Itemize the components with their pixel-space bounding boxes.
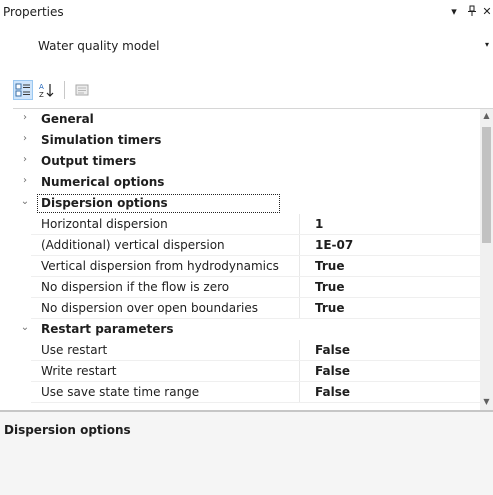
property-name: (Additional) vertical dispersion [41, 238, 225, 252]
property-row-horizontal-dispersion[interactable]: Horizontal dispersion 1 [13, 214, 480, 235]
property-name: Write restart [41, 364, 117, 378]
categorized-icon[interactable] [13, 80, 33, 100]
svg-text:A: A [39, 83, 44, 91]
object-selector-dropdown[interactable]: Water quality model ▾ [0, 34, 493, 58]
description-title: Dispersion options [4, 423, 131, 437]
alphabetical-sort-icon[interactable]: A Z [36, 80, 56, 100]
property-value[interactable]: True [315, 301, 344, 315]
property-name: Use restart [41, 343, 108, 357]
property-name: No dispersion if the flow is zero [41, 280, 230, 294]
property-value[interactable]: 1E-07 [315, 238, 353, 252]
chevron-down-icon[interactable]: ⌄ [19, 196, 31, 207]
category-label: General [41, 112, 94, 126]
scroll-thumb[interactable] [482, 127, 491, 243]
column-divider [299, 298, 300, 319]
category-label: Restart parameters [41, 322, 174, 336]
property-row-additional-vertical-dispersion[interactable]: (Additional) vertical dispersion 1E-07 [13, 235, 480, 256]
category-numerical-options[interactable]: › Numerical options [13, 172, 480, 193]
properties-header: Properties ▾ ✕ [0, 0, 493, 34]
column-divider [299, 277, 300, 298]
property-row-use-save-state-time-range[interactable]: Use save state time range False [13, 382, 480, 403]
column-divider [299, 256, 300, 277]
category-label: Dispersion options [41, 196, 168, 210]
category-label: Numerical options [41, 175, 165, 189]
category-dispersion-options[interactable]: ⌄ Dispersion options [13, 193, 480, 214]
property-value[interactable]: False [315, 364, 350, 378]
vertical-scrollbar[interactable]: ▲ ▼ [480, 109, 493, 410]
property-value[interactable]: True [315, 259, 344, 273]
category-simulation-timers[interactable]: › Simulation timers [13, 130, 480, 151]
column-divider [299, 340, 300, 361]
chevron-right-icon[interactable]: › [19, 112, 31, 123]
property-value[interactable]: False [315, 343, 350, 357]
category-label: Output timers [41, 154, 137, 168]
column-divider [299, 235, 300, 256]
pin-icon[interactable] [465, 3, 479, 19]
chevron-right-icon[interactable]: › [19, 154, 31, 165]
property-row-no-dispersion-flow-zero[interactable]: No dispersion if the flow is zero True [13, 277, 480, 298]
toolbar-separator [64, 81, 65, 99]
close-icon[interactable]: ✕ [480, 3, 493, 19]
property-row-vertical-dispersion-hydrodynamics[interactable]: Vertical dispersion from hydrodynamics T… [13, 256, 480, 277]
column-divider [299, 382, 300, 403]
property-row-use-restart[interactable]: Use restart False [13, 340, 480, 361]
window-position-dropdown-icon[interactable]: ▾ [447, 3, 461, 19]
scroll-down-icon[interactable]: ▼ [480, 395, 493, 409]
property-pages-icon[interactable] [72, 80, 92, 100]
property-value[interactable]: 1 [315, 217, 323, 231]
chevron-right-icon[interactable]: › [19, 175, 31, 186]
property-grid: › General › Simulation timers › Output t… [13, 108, 493, 410]
column-divider [299, 361, 300, 382]
properties-toolbar: A Z [0, 78, 493, 102]
category-output-timers[interactable]: › Output timers [13, 151, 480, 172]
category-restart-parameters[interactable]: ⌄ Restart parameters [13, 319, 480, 340]
property-value[interactable]: False [315, 385, 350, 399]
property-row-no-dispersion-open-boundaries[interactable]: No dispersion over open boundaries True [13, 298, 480, 319]
property-name: Vertical dispersion from hydrodynamics [41, 259, 279, 273]
property-name: Horizontal dispersion [41, 217, 168, 231]
category-general[interactable]: › General [13, 109, 480, 130]
property-value[interactable]: True [315, 280, 344, 294]
category-label: Simulation timers [41, 133, 162, 147]
column-divider [299, 214, 300, 235]
selected-object-name: Water quality model [38, 39, 160, 53]
property-name: No dispersion over open boundaries [41, 301, 258, 315]
chevron-right-icon[interactable]: › [19, 133, 31, 144]
chevron-down-icon[interactable]: ⌄ [19, 322, 31, 333]
panel-title: Properties [3, 5, 64, 19]
scroll-up-icon[interactable]: ▲ [480, 109, 493, 123]
property-row-write-restart[interactable]: Write restart False [13, 361, 480, 382]
property-name: Use save state time range [41, 385, 200, 399]
row-divider [31, 402, 480, 403]
description-panel: Dispersion options [0, 410, 493, 495]
svg-text:Z: Z [39, 91, 44, 98]
chevron-down-icon[interactable]: ▾ [485, 40, 489, 49]
